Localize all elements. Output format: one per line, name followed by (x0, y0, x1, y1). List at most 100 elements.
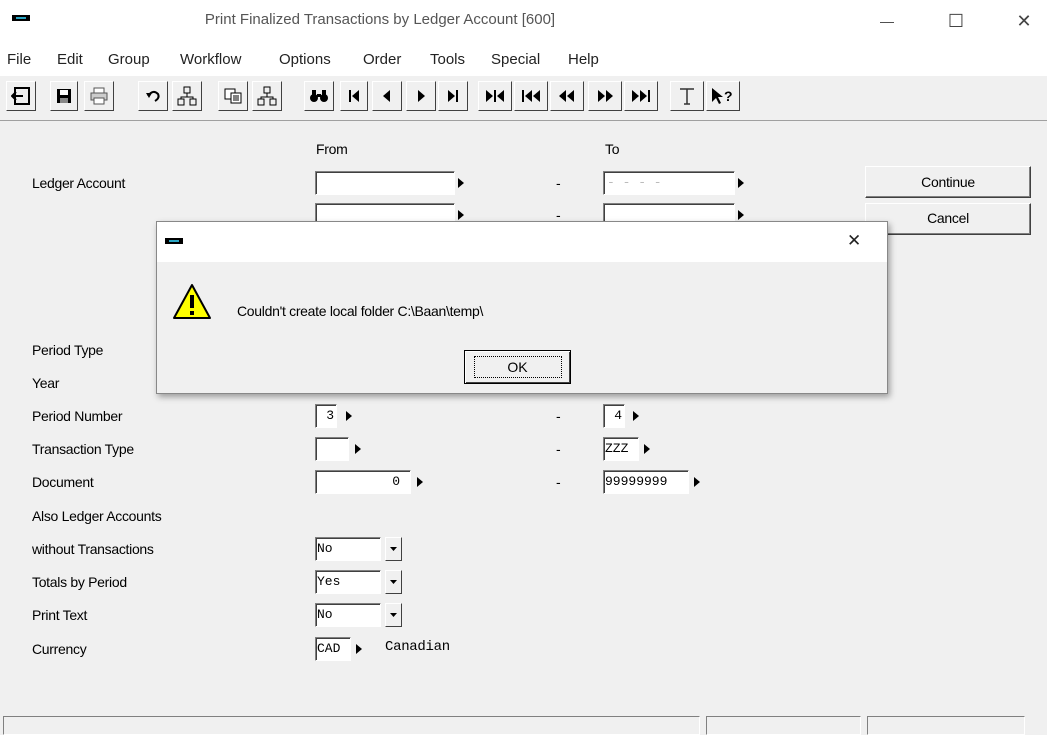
menu-file[interactable]: File (7, 51, 31, 68)
zoom-arrow-icon[interactable] (458, 178, 464, 188)
text-icon (680, 88, 694, 105)
printer-icon (90, 87, 108, 105)
help-button[interactable]: ? (706, 81, 740, 111)
rewind-icon (559, 90, 574, 102)
totals-by-period-label: Totals by Period (32, 574, 127, 590)
menu-edit[interactable]: Edit (57, 51, 83, 68)
undo-button[interactable] (138, 81, 168, 111)
transaction-type-from-field[interactable] (315, 437, 349, 461)
previous-set-button[interactable] (514, 81, 548, 111)
zoom-arrow-icon[interactable] (694, 477, 700, 487)
print-text-label: Print Text (32, 607, 88, 623)
chevron-down-icon (390, 613, 397, 617)
close-icon: ✕ (847, 231, 862, 250)
forward-button[interactable] (588, 81, 622, 111)
warning-icon (173, 284, 211, 319)
copy-button[interactable] (218, 81, 248, 111)
document-from-field[interactable]: 0 (315, 470, 411, 494)
binoculars-icon (310, 90, 328, 102)
minimize-icon: — (880, 13, 894, 29)
dropdown-button[interactable] (385, 537, 402, 561)
currency-field[interactable]: CAD (315, 637, 351, 661)
dropdown-button[interactable] (385, 603, 402, 627)
delete-record-icon (257, 86, 277, 106)
also-ledger-accounts-label: Also Ledger Accounts (32, 508, 162, 524)
rewind-button[interactable] (550, 81, 584, 111)
ledger-account-to-field[interactable]: - - - - (603, 171, 735, 195)
zoom-arrow-icon[interactable] (738, 178, 744, 188)
text-button[interactable] (670, 81, 704, 111)
title-bar: Print Finalized Transactions by Ledger A… (0, 0, 1047, 42)
first-set-icon (486, 90, 504, 102)
menu-order[interactable]: Order (363, 51, 401, 68)
transaction-type-to-field[interactable]: ZZZ (603, 437, 639, 461)
status-pane-main (3, 716, 700, 735)
find-button[interactable] (304, 81, 334, 111)
first-record-button[interactable] (340, 81, 368, 111)
zoom-arrow-icon[interactable] (738, 210, 744, 220)
menu-bar: File Edit Group Workflow Options Order T… (0, 42, 1047, 76)
zoom-arrow-icon[interactable] (633, 411, 639, 421)
delete-button[interactable] (252, 81, 282, 111)
maximize-button[interactable]: ☐ (933, 6, 979, 36)
dialog-close-button[interactable]: ✕ (847, 231, 861, 251)
menu-workflow[interactable]: Workflow (180, 51, 241, 68)
next-set-button[interactable] (624, 81, 658, 111)
totals-by-period-select[interactable]: Yes (315, 570, 381, 594)
column-header-to: To (605, 141, 620, 157)
menu-options[interactable]: Options (279, 51, 331, 68)
chevron-down-icon (390, 547, 397, 551)
menu-tools[interactable]: Tools (430, 51, 465, 68)
ok-button[interactable]: OK (464, 350, 571, 384)
form-area: From To Ledger Account - - - - - - Conti… (0, 120, 1047, 711)
exit-icon (11, 87, 30, 105)
zoom-arrow-icon[interactable] (458, 210, 464, 220)
ok-button-label: OK (473, 356, 562, 378)
period-number-from-field[interactable]: 3 (315, 404, 337, 428)
save-button[interactable] (50, 81, 78, 111)
period-number-label: Period Number (32, 408, 123, 424)
menu-help[interactable]: Help (568, 51, 599, 68)
range-dash: - (556, 441, 561, 457)
year-label: Year (32, 375, 60, 391)
toolbar: ? (0, 76, 1047, 120)
cancel-button[interactable]: Cancel (865, 203, 1031, 235)
close-icon: ✕ (1016, 10, 1032, 31)
zoom-arrow-icon[interactable] (417, 477, 423, 487)
window-title: Print Finalized Transactions by Ledger A… (204, 11, 556, 28)
previous-record-button[interactable] (372, 81, 402, 111)
zoom-arrow-icon[interactable] (356, 644, 362, 654)
currency-description: Canadian (385, 639, 450, 655)
chevron-down-icon (390, 580, 397, 584)
period-number-to-field[interactable]: 4 (603, 404, 625, 428)
menu-group[interactable]: Group (108, 51, 150, 68)
first-icon (349, 90, 359, 102)
continue-button[interactable]: Continue (865, 166, 1031, 198)
copy-icon (224, 88, 242, 104)
without-transactions-select[interactable]: No (315, 537, 381, 561)
svg-text:?: ? (724, 88, 733, 104)
print-button[interactable] (84, 81, 114, 111)
maximize-icon: ☐ (947, 10, 965, 31)
first-set-button[interactable] (478, 81, 512, 111)
save-icon (57, 89, 71, 103)
last-icon (448, 90, 458, 102)
insert-button[interactable] (172, 81, 202, 111)
zoom-arrow-icon[interactable] (346, 411, 352, 421)
document-to-field[interactable]: 99999999 (603, 470, 689, 494)
next-record-button[interactable] (406, 81, 436, 111)
minimize-button[interactable]: — (864, 6, 910, 36)
exit-button[interactable] (6, 81, 36, 111)
currency-label: Currency (32, 641, 87, 657)
context-help-icon: ? (712, 88, 733, 104)
print-text-select[interactable]: No (315, 603, 381, 627)
dropdown-button[interactable] (385, 570, 402, 594)
insert-record-icon (177, 86, 197, 106)
zoom-arrow-icon[interactable] (355, 444, 361, 454)
ledger-account-from-field[interactable] (315, 171, 455, 195)
menu-special[interactable]: Special (491, 51, 540, 68)
zoom-arrow-icon[interactable] (644, 444, 650, 454)
range-dash: - (556, 474, 561, 490)
close-button[interactable]: ✕ (1001, 6, 1047, 36)
last-record-button[interactable] (438, 81, 468, 111)
